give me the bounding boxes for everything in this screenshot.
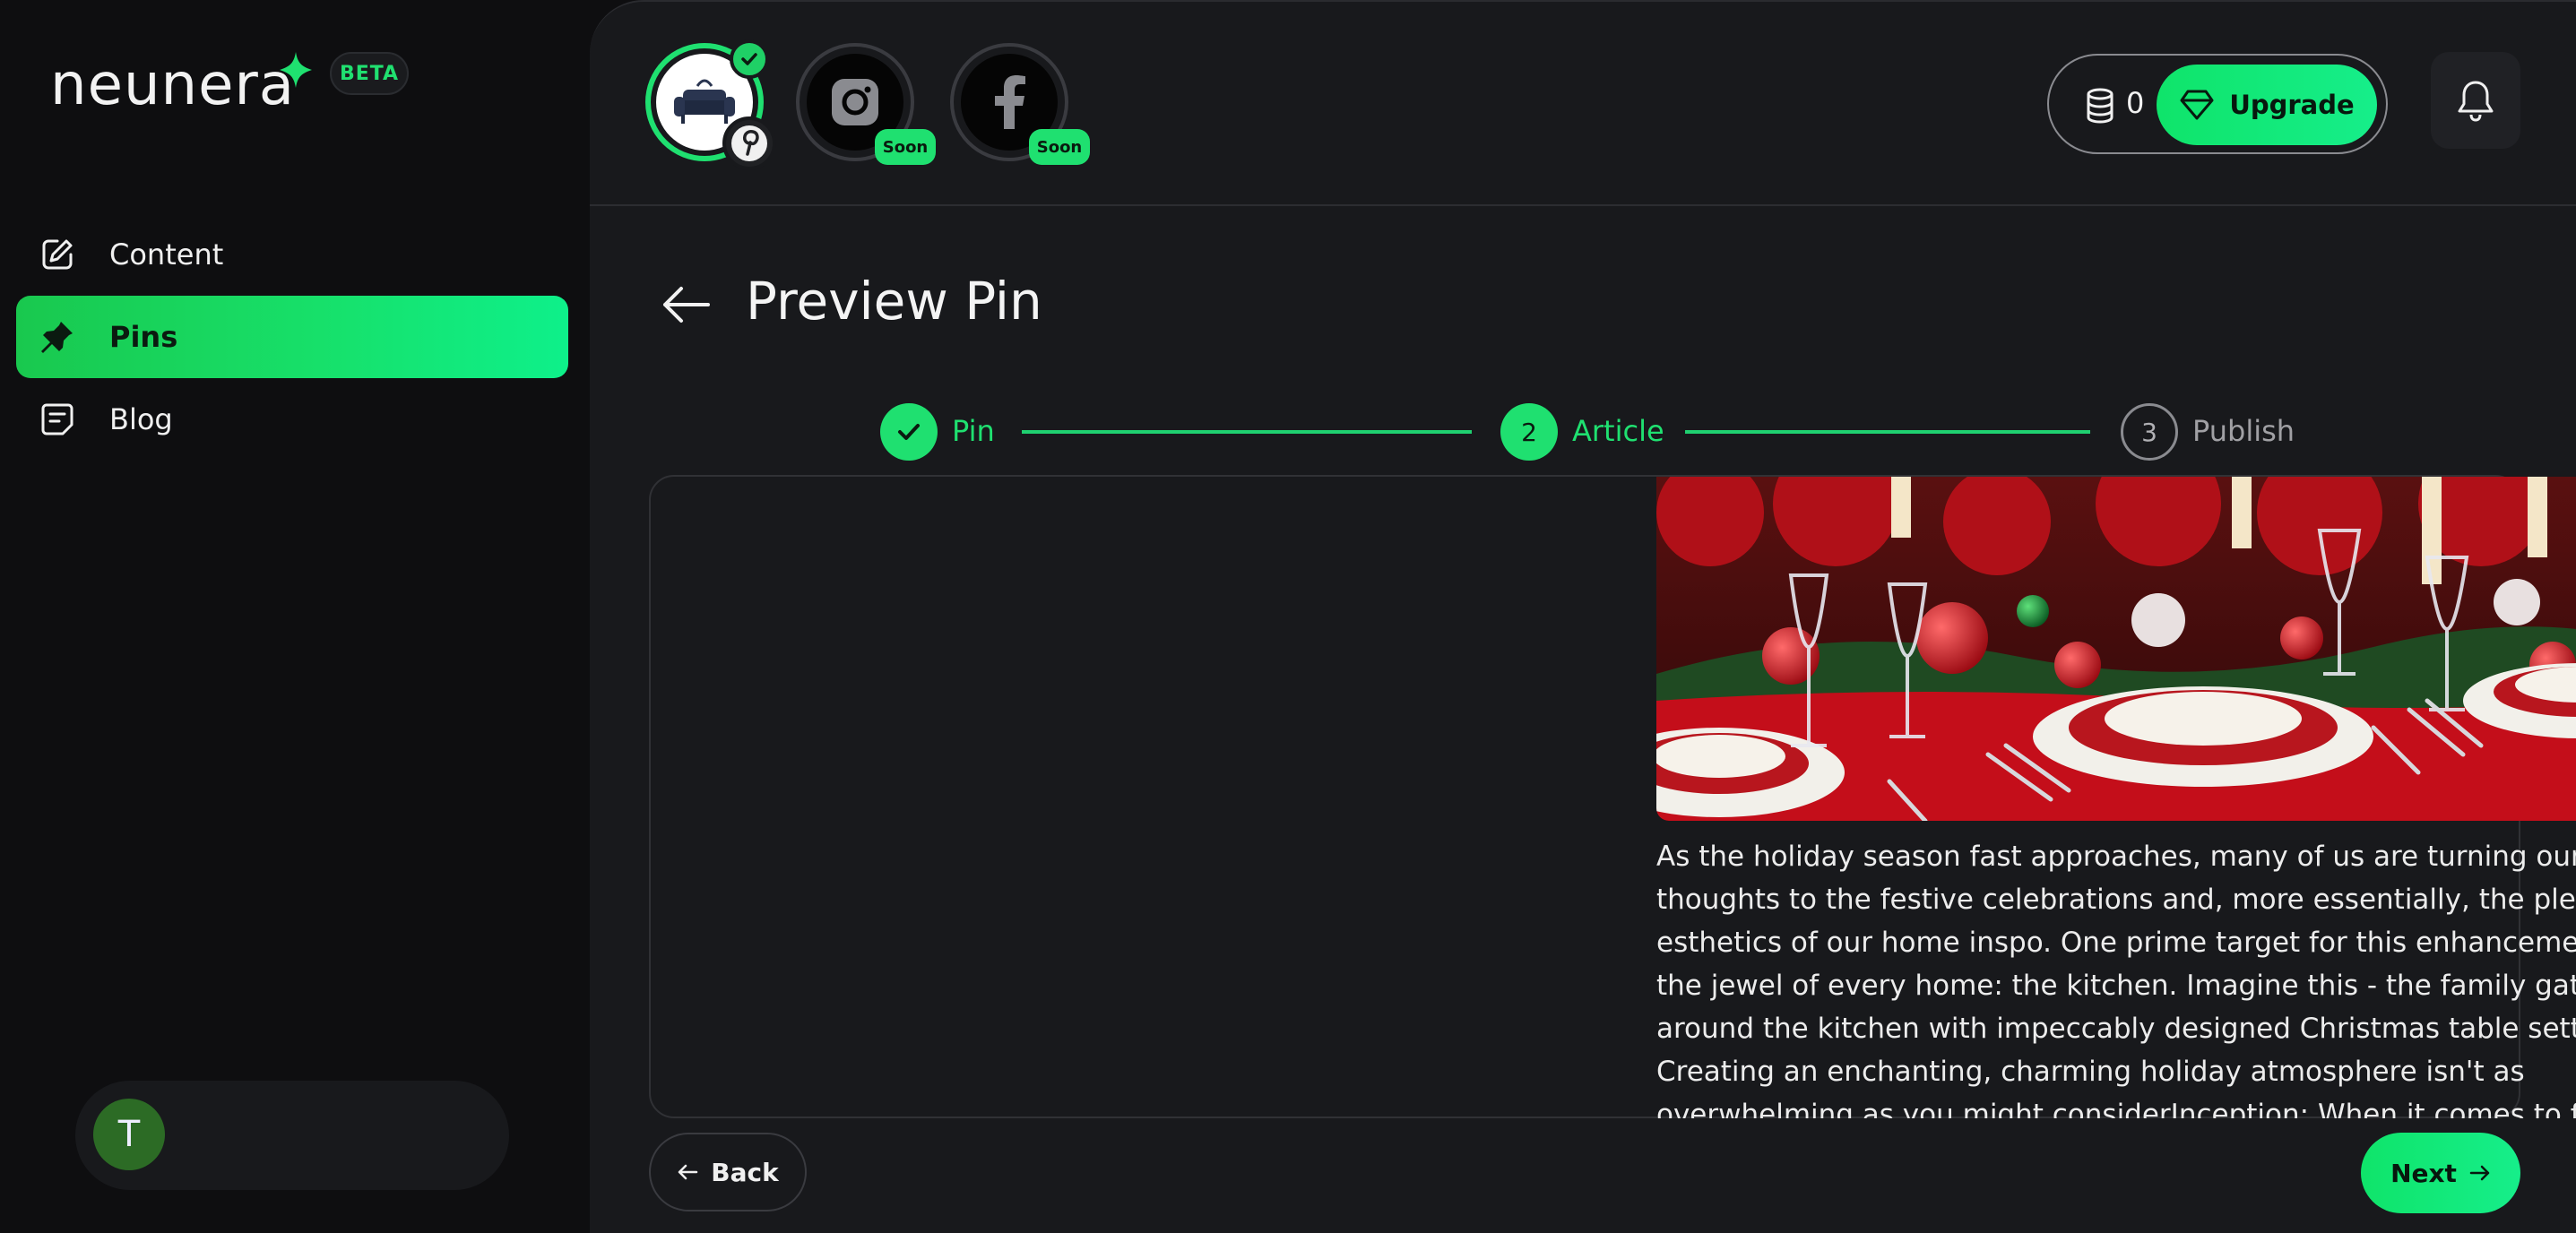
page-title: Preview Pin [746,271,1042,332]
pin-icon [39,319,75,355]
back-button[interactable]: Back [649,1133,807,1211]
article-body-text: As the holiday season fast approaches, m… [1656,841,2576,1118]
step-done-check-icon [880,403,938,461]
brand-name: neunera [50,52,295,118]
sparkle-icon [280,52,312,88]
step-connector [1022,430,1472,434]
credits-count: 0 [2126,86,2145,120]
connected-check-icon [730,39,769,79]
sidebar-item-pins[interactable]: Pins [16,296,568,378]
account-instagram[interactable]: Soon [796,43,936,165]
edit-icon [39,237,75,272]
diamond-icon [2180,90,2214,120]
back-arrow-icon[interactable] [661,283,712,326]
article-hero-image [1656,477,2576,821]
sidebar-item-label: Pins [109,320,178,354]
step-connector [1685,430,2090,434]
beta-badge: BETA [330,52,409,95]
notifications-button[interactable] [2431,52,2520,149]
sidebar-item-label: Content [109,237,224,272]
upgrade-button[interactable]: Upgrade [2157,65,2377,145]
account-facebook[interactable]: Soon [950,43,1090,165]
document-icon [39,401,75,437]
brand-logo[interactable]: neunera BETA [50,52,409,118]
avatar: T [93,1099,165,1170]
account-pinterest[interactable] [645,39,776,170]
sidebar-item-content[interactable]: Content [16,213,568,296]
header-divider [590,204,2576,206]
soon-badge: Soon [875,129,936,165]
credits-pill: 0 Upgrade [2047,54,2388,154]
coins-stack-icon [2087,88,2114,124]
arrow-right-icon [2469,1165,2490,1181]
pinterest-icon [722,116,776,170]
arrow-left-icon [679,1164,698,1180]
sidebar-item-label: Blog [109,402,173,436]
step-label-pin: Pin [952,414,995,448]
sidebar: neunera BETA Content Pins Blog T [0,0,590,1233]
bell-icon [2458,81,2494,122]
step-number: 3 [2121,403,2178,461]
step-label-publish: Publish [2192,414,2295,448]
user-profile-card[interactable]: T [75,1081,509,1190]
sidebar-item-blog[interactable]: Blog [16,378,568,461]
step-number: 2 [1500,403,1558,461]
next-button[interactable]: Next [2361,1133,2520,1213]
soon-badge: Soon [1029,129,1090,165]
step-label-article: Article [1572,414,1664,448]
main-panel: Soon Soon 0 Upgrade Preview Pin Pin 2 Ar… [590,0,2576,1233]
